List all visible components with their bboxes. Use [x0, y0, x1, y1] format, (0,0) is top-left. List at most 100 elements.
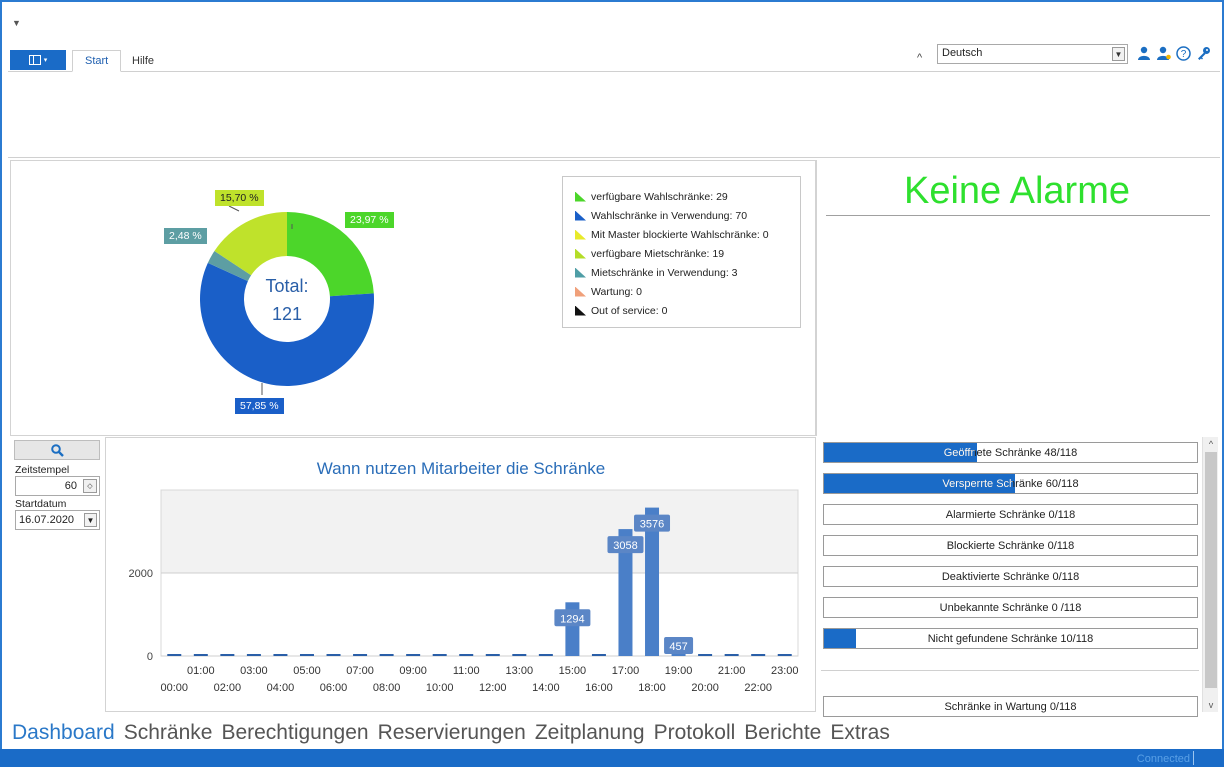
legend-swatch: [575, 210, 586, 221]
svg-text:457: 457: [669, 641, 687, 653]
x-tick-label: 20:00: [691, 682, 719, 694]
status-separator: [821, 670, 1199, 671]
pie-leader-line: [228, 205, 240, 212]
legend-swatch: [575, 248, 586, 259]
legend-label: Wartung: 0: [591, 285, 642, 298]
nav-dashboard[interactable]: Dashboard: [12, 721, 115, 745]
connection-status: Connected: [1136, 753, 1190, 765]
status-bar-item[interactable]: Nicht gefundene Schränke 10/118 Nicht gef…: [823, 628, 1198, 649]
legend-label: verfügbare Mietschränke: 19: [591, 247, 725, 260]
search-button[interactable]: [14, 440, 100, 460]
status-bar-item[interactable]: Unbekannte Schränke 0 /118: [823, 597, 1198, 618]
nav-zeitplanung[interactable]: Zeitplanung: [535, 721, 645, 745]
status-bar: Connected: [0, 749, 1224, 767]
chart-title: Wann nutzen Mitarbeiter die Schränke: [317, 459, 606, 478]
status-label: Alarmierte Schränke 0/118: [945, 508, 1076, 521]
status-bar-item[interactable]: Versperrte Schränke 60/118 Versperrte Sch…: [823, 473, 1198, 494]
nav-extras[interactable]: Extras: [830, 721, 890, 745]
svg-text:3058: 3058: [613, 540, 637, 552]
zeitstempel-stepper[interactable]: 60 ◇: [15, 476, 100, 496]
x-tick-label: 08:00: [373, 682, 401, 694]
ribbon-collapse-icon[interactable]: ^: [917, 52, 922, 64]
bar-data-label: 457: [664, 637, 694, 654]
x-tick-label: 16:00: [585, 682, 613, 694]
nav-berichte[interactable]: Berichte: [744, 721, 821, 745]
x-tick-label: 14:00: [532, 682, 560, 694]
x-tick-label: 04:00: [267, 682, 295, 694]
legend-label: Mit Master blockierte Wahlschränke: 0: [591, 228, 769, 241]
user-icon[interactable]: [1135, 44, 1152, 62]
status-divider: [1193, 751, 1194, 765]
status-bar-item[interactable]: Alarmierte Schränke 0/118: [823, 504, 1198, 525]
usage-bar-chart: Wann nutzen Mitarbeiter die Schränke 0 20…: [129, 459, 799, 694]
status-bar-item[interactable]: Deaktivierte Schränke 0/118: [823, 566, 1198, 587]
bar-data-label: 1294: [554, 609, 591, 627]
y-tick-label: 0: [147, 651, 153, 663]
pie-total-value: 121: [272, 304, 302, 324]
x-tick-label: 01:00: [187, 665, 215, 677]
pie-label-wahlschraenke-frei: 23,97 %: [345, 212, 394, 228]
help-icon[interactable]: ?: [1175, 44, 1192, 62]
chevron-down-icon[interactable]: ▼: [84, 513, 97, 527]
top-toolbar: ?: [1135, 44, 1212, 62]
x-tick-label: 19:00: [665, 665, 693, 677]
locker-status-list: Geöffnete Schränke 48/118 Geöffnete Schrä…: [818, 437, 1220, 717]
x-tick-label: 22:00: [744, 682, 772, 694]
nav-schraenke[interactable]: Schränke: [124, 721, 213, 745]
status-bar-wartung[interactable]: Schränke in Wartung 0/118: [823, 696, 1198, 717]
zeitstempel-label: Zeitstempel: [15, 464, 70, 476]
scroll-up-icon[interactable]: ^: [1203, 437, 1219, 451]
nav-berechtigungen[interactable]: Berechtigungen: [221, 721, 368, 745]
main-navigation: Dashboard Schränke Berechtigungen Reserv…: [12, 721, 890, 745]
language-select[interactable]: Deutsch ▼: [937, 44, 1128, 64]
status-label: Deaktivierte Schränke 0/118: [941, 570, 1080, 583]
nav-protokoll[interactable]: Protokoll: [654, 721, 736, 745]
svg-text:?: ?: [1181, 49, 1187, 60]
x-tick-label: 21:00: [718, 665, 746, 677]
language-value: Deutsch: [942, 47, 983, 59]
pie-legend: verfügbare Wahlschränke: 29 Wahlschränke…: [562, 176, 801, 328]
x-tick-label: 02:00: [214, 682, 242, 694]
x-tick-label: 15:00: [559, 665, 587, 677]
scroll-down-icon[interactable]: v: [1203, 698, 1219, 712]
key-icon[interactable]: [1195, 44, 1212, 62]
legend-item: verfügbare Mietschränke: 19: [575, 244, 788, 263]
spin-arrows-icon[interactable]: ◇: [83, 479, 97, 493]
y-tick-label: 2000: [129, 568, 153, 580]
svg-text:3576: 3576: [640, 519, 664, 531]
legend-item: Mit Master blockierte Wahlschränke: 0: [575, 225, 788, 244]
alarm-underline: [826, 215, 1210, 216]
nav-reservierungen[interactable]: Reservierungen: [378, 721, 526, 745]
scrollbar-thumb[interactable]: [1205, 452, 1217, 688]
legend-item: Mietschränke in Verwendung: 3: [575, 263, 788, 282]
x-tick-label: 06:00: [320, 682, 348, 694]
x-tick-label: 18:00: [638, 682, 666, 694]
status-bar-item[interactable]: Geöffnete Schränke 48/118 Geöffnete Schrä…: [823, 442, 1198, 463]
zeitstempel-value: 60: [64, 480, 77, 492]
x-tick-label: 17:00: [612, 665, 640, 677]
bar-data-label: 3576: [634, 514, 671, 532]
pie-label-mietschraenke-frei: 15,70 %: [215, 190, 264, 206]
x-tick-label: 03:00: [240, 665, 268, 677]
legend-swatch: [575, 286, 586, 297]
legend-swatch: [575, 267, 586, 278]
status-label: Unbekannte Schränke 0 /118: [939, 601, 1082, 614]
pie-label-wahlschraenke-belegt: 57,85 %: [235, 398, 284, 414]
legend-label: Wahlschränke in Verwendung: 70: [591, 209, 748, 222]
startdatum-label: Startdatum: [15, 498, 67, 510]
legend-item: Out of service: 0: [575, 301, 788, 320]
status-label: Nicht gefundene Schränke 10/118: [927, 632, 1094, 645]
x-tick-label: 05:00: [293, 665, 321, 677]
user-settings-icon[interactable]: [1155, 44, 1172, 62]
startdatum-picker[interactable]: 16.07.2020 ▼: [15, 510, 100, 530]
chart-filter: Zeitstempel 60 ◇ Startdatum 16.07.2020 ▼: [12, 440, 102, 530]
status-bar-item[interactable]: Blockierte Schränke 0/118: [823, 535, 1198, 556]
status-label: Schränke in Wartung 0/118: [944, 700, 1077, 713]
status-scrollbar[interactable]: ^ v: [1202, 437, 1218, 712]
chevron-down-icon[interactable]: ▼: [1112, 47, 1125, 61]
x-tick-label: 13:00: [506, 665, 534, 677]
legend-swatch: [575, 191, 586, 202]
legend-item: Wahlschränke in Verwendung: 70: [575, 206, 788, 225]
pie-total-label: Total:: [265, 276, 308, 296]
x-tick-label: 23:00: [771, 665, 799, 677]
